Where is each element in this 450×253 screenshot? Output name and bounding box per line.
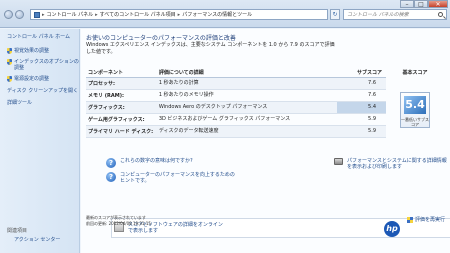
address-bar[interactable]: ▸ コントロール パネル ▸ すべてのコントロール パネル項目 ▸ パフォーマン… [30,9,328,20]
score-table: コンポーネント 評価についての詳細 サブスコア プロセッサ: 1 秒あたりの計算… [86,69,386,138]
refresh-button[interactable]: ↻ [330,9,340,20]
base-score-value: 5.4 [404,96,426,114]
sidebar-item-indexing-options[interactable]: インデックスのオプションの調整 [7,59,79,71]
sidebar: コントロール パネル ホーム 視覚効果の調整 インデックスのオプションの調整 電… [0,29,80,253]
back-button[interactable] [4,10,13,19]
tips-link[interactable]: ? コンピューターのパフォーマンスを向上するためのヒントです。 [106,172,236,184]
base-score-column: 基本スコア 5.4 一番低いサブスコア [393,69,437,128]
hp-logo: hp [384,221,400,237]
meaning-link[interactable]: ? これらの数字の意味は何ですか? [106,158,193,168]
software-details-panel: スコアとソフトウェアの詳細をオンラインで表示します hp [111,218,450,238]
action-center-link[interactable]: アクション センター [14,236,60,243]
shield-icon [7,76,12,82]
score-status-last-update: 前回の更新: 2012/04/08 19:31:15 [86,221,151,226]
rerun-assessment-link[interactable]: 評価を再実行 [407,216,445,223]
minimize-button[interactable]: – [400,0,414,8]
column-header-detail: 評価についての詳細 [156,69,338,78]
sidebar-item-advanced-tools[interactable]: 詳細ツール [7,99,79,106]
page-description: Windows エクスペリエンス インデックスは、主要なシステム コンポーネント… [86,42,335,55]
sidebar-home-link[interactable]: コントロール パネル ホーム [7,33,79,40]
breadcrumb-performance[interactable]: パフォーマンスの情報とツール [182,11,252,18]
column-header-base-score: 基本スコア [402,70,428,76]
sidebar-item-power-settings[interactable]: 電源設定の調整 [7,76,79,82]
sidebar-item-disk-cleanup[interactable]: ディスク クリーンアップを開く [7,87,79,94]
breadcrumb-control-panel[interactable]: コントロール パネル [47,11,94,18]
print-details-link[interactable]: パフォーマンスとシステムに関する詳細情報を表示および印刷します [334,158,449,170]
table-row: グラフィックス: Windows Aero のデスクトップ パフォーマンス 5.… [86,101,386,114]
table-row: プライマリ ハード ディスク: ディスクのデータ転送速度 5.9 [86,125,386,138]
shield-icon [7,59,12,65]
close-button[interactable]: ✕ [428,0,448,8]
base-score-badge: 5.4 一番低いサブスコア [400,92,430,128]
sidebar-item-visual-effects[interactable]: 視覚効果の調整 [7,48,79,54]
see-also-heading: 関連項目 [7,228,28,234]
forward-button[interactable] [15,10,24,19]
column-header-component: コンポーネント [86,69,157,78]
table-row: プロセッサ: 1 秒あたりの計算 7.6 [86,77,386,90]
help-icon: ? [106,158,116,168]
breadcrumb-all-items[interactable]: すべてのコントロール パネル項目 [100,11,176,18]
search-input[interactable]: コントロール パネルの検索 [343,9,447,20]
maximize-button[interactable]: □ [414,0,428,8]
score-status: 最新のスコアが表示されています 前回の更新: 2012/04/08 19:31:… [86,215,151,227]
control-panel-icon [34,11,40,18]
table-row: ゲーム用グラフィックス: 3D ビジネスおよびゲーム グラフィックス パフォーマ… [86,113,386,126]
address-bar-area: ▸ コントロール パネル ▸ すべてのコントロール パネル項目 ▸ パフォーマン… [0,0,450,28]
printer-icon [334,158,343,165]
help-icon: ? [106,172,116,182]
main-content: お使いのコンピューターのパフォーマンスの評価と改善 Windows エクスペリエ… [81,29,450,253]
base-score-caption: 一番低いサブスコア [401,117,429,127]
search-icon[interactable] [438,12,443,17]
column-header-subscore: サブスコア [337,69,386,78]
shield-icon [7,48,12,54]
table-row: メモリ (RAM): 1 秒あたりのメモリ操作 7.6 [86,89,386,102]
window-controls: – □ ✕ [400,0,448,8]
page-title: お使いのコンピューターのパフォーマンスの評価と改善 [86,35,236,42]
shield-icon [407,216,413,223]
search-placeholder: コントロール パネルの検索 [347,12,409,18]
